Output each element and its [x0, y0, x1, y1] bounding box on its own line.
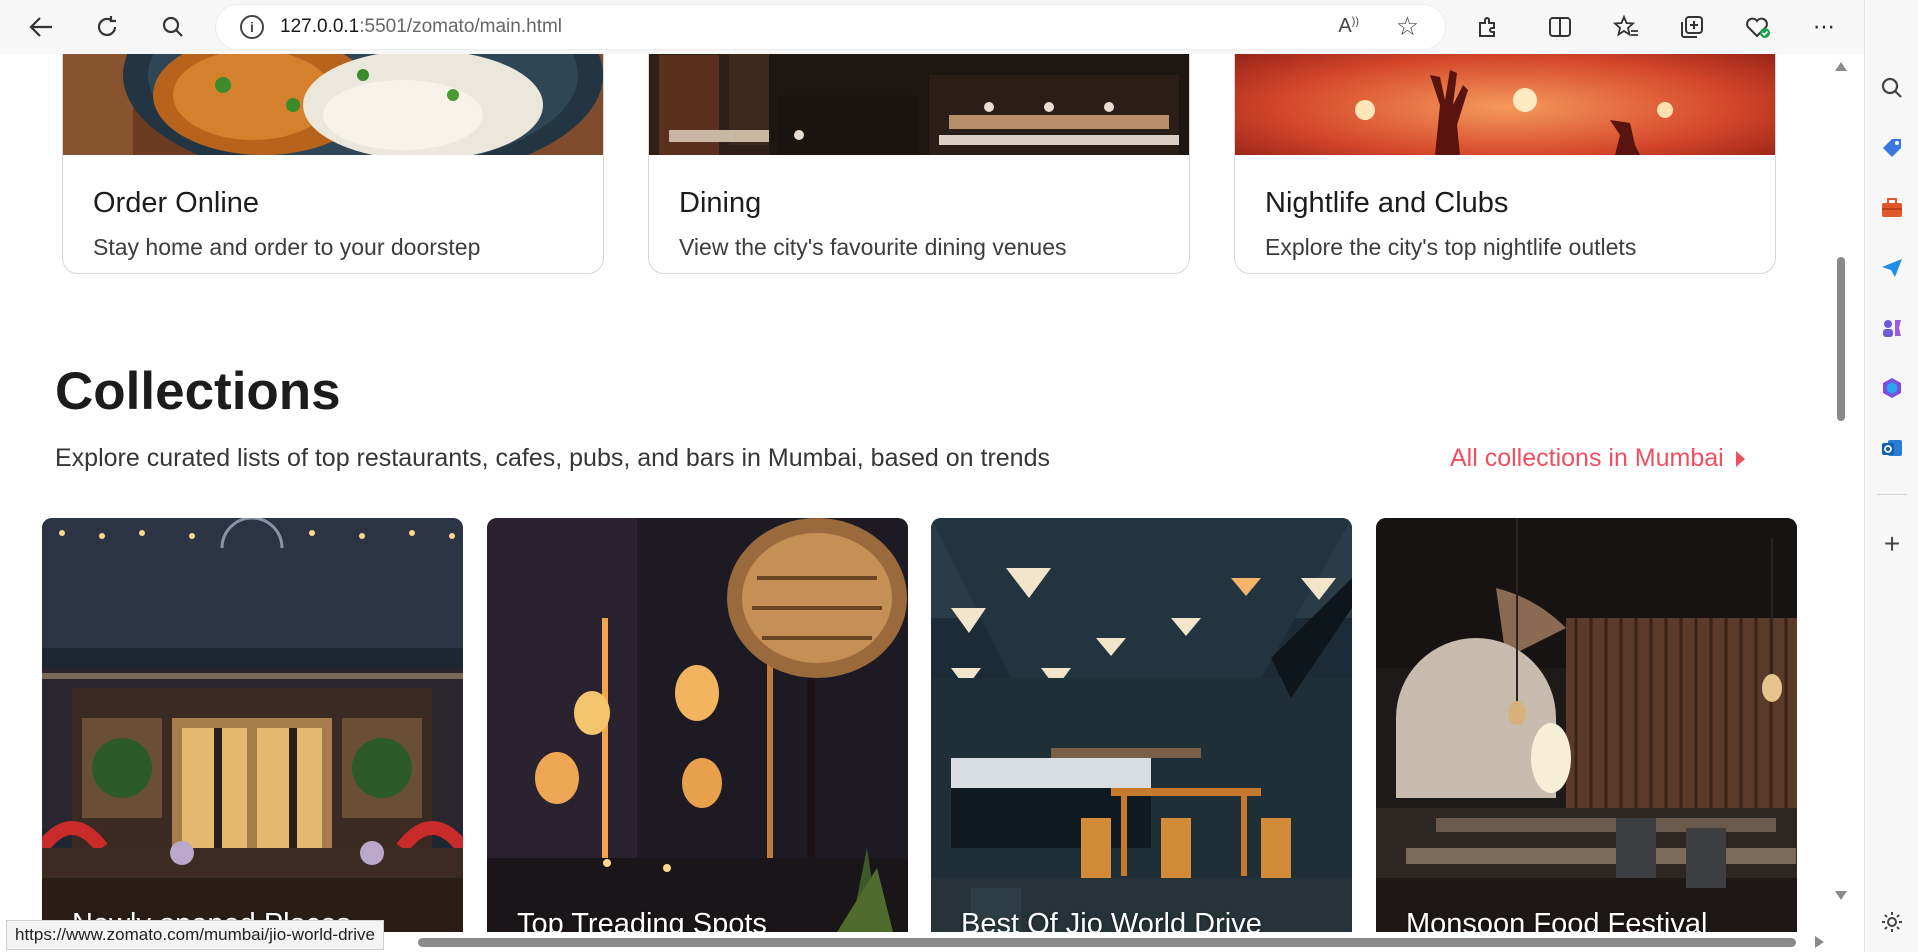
games-icon[interactable] — [1878, 314, 1906, 342]
extensions-icon[interactable] — [1470, 9, 1506, 45]
newly-opened-image — [42, 518, 463, 932]
url-path: :5501/zomato/main.html — [359, 16, 563, 37]
card-description: Stay home and order to your doorstep — [93, 234, 481, 260]
collection-tile-jio-world-drive[interactable]: Best Of Jio World Drive — [931, 518, 1352, 932]
card-description: View the city's favourite dining venues — [679, 234, 1067, 260]
sidebar-search-icon[interactable] — [1878, 74, 1906, 102]
horizontal-scroll-thumb[interactable] — [418, 938, 1796, 947]
collections-title: Collections — [55, 362, 341, 421]
scroll-up-arrow-icon[interactable] — [1835, 62, 1847, 71]
all-collections-label: All collections in Mumbai — [1450, 444, 1724, 472]
caret-right-icon — [1735, 450, 1745, 467]
card-title: Dining — [679, 187, 762, 219]
vertical-scroll-thumb[interactable] — [1837, 257, 1845, 421]
search-icon[interactable] — [155, 9, 191, 45]
favorite-star-icon[interactable]: ☆ — [1396, 11, 1419, 42]
sidebar-divider — [1877, 494, 1907, 495]
top-trending-image — [487, 518, 908, 932]
shopping-tag-icon[interactable] — [1878, 134, 1906, 162]
scroll-right-arrow-icon[interactable] — [1815, 936, 1824, 948]
nightlife-image — [1235, 54, 1775, 155]
order-online-image — [63, 54, 603, 185]
info-icon[interactable]: i — [240, 15, 264, 39]
split-screen-icon[interactable] — [1542, 9, 1578, 45]
status-url-tooltip: https://www.zomato.com/mumbai/jio-world-… — [6, 920, 384, 950]
collection-tile-newly-opened[interactable]: Newly opened Places — [42, 518, 463, 932]
url-text: 127.0.0.1:5501/zomato/main.html — [280, 16, 562, 38]
browser-essentials-icon[interactable] — [1740, 9, 1776, 45]
jio-world-drive-image — [931, 518, 1352, 932]
monsoon-festival-image — [1376, 518, 1797, 932]
add-plus-icon[interactable]: + — [1878, 528, 1906, 559]
send-icon[interactable] — [1878, 254, 1906, 282]
address-bar[interactable]: i 127.0.0.1:5501/zomato/main.html A)) ☆ — [216, 5, 1445, 49]
url-host: 127.0.0.1 — [280, 16, 360, 37]
browser-toolbar: i 127.0.0.1:5501/zomato/main.html A)) ☆ … — [0, 0, 1918, 54]
card-order-online[interactable]: Order Online Stay home and order to your… — [62, 54, 604, 274]
tile-label: Best Of Jio World Drive — [961, 908, 1262, 932]
card-dining[interactable]: Dining View the city's favourite dining … — [648, 54, 1190, 274]
favorites-icon[interactable] — [1608, 9, 1644, 45]
read-aloud-icon[interactable]: A)) — [1338, 15, 1359, 38]
collection-tile-monsoon-festival[interactable]: Monsoon Food Festival — [1376, 518, 1797, 932]
tile-label: Top Treading Spots — [517, 908, 767, 932]
scroll-down-arrow-icon[interactable] — [1835, 891, 1847, 900]
card-title: Order Online — [93, 187, 260, 219]
collections-icon[interactable] — [1674, 9, 1710, 45]
edge-sidebar: + — [1864, 0, 1918, 952]
all-collections-link[interactable]: All collections in Mumbai — [1450, 444, 1745, 473]
collection-tile-top-trending[interactable]: Top Treading Spots — [487, 518, 908, 932]
page-content: Order Online Stay home and order to your… — [0, 54, 1832, 932]
dining-image — [649, 54, 1189, 155]
collections-subtitle: Explore curated lists of top restaurants… — [55, 444, 1050, 472]
more-menu-icon[interactable]: ⋯ — [1806, 9, 1842, 45]
card-nightlife[interactable]: Nightlife and Clubs Explore the city's t… — [1234, 54, 1776, 274]
outlook-icon[interactable] — [1878, 434, 1906, 462]
tile-label: Monsoon Food Festival — [1406, 908, 1708, 932]
back-icon[interactable] — [23, 9, 59, 45]
tools-briefcase-icon[interactable] — [1878, 194, 1906, 222]
vertical-scrollbar[interactable] — [1832, 54, 1850, 928]
card-description: Explore the city's top nightlife outlets — [1265, 234, 1637, 260]
microsoft-365-icon[interactable] — [1878, 374, 1906, 402]
card-title: Nightlife and Clubs — [1265, 187, 1509, 219]
settings-gear-icon[interactable] — [1878, 908, 1906, 936]
refresh-icon[interactable] — [89, 9, 125, 45]
